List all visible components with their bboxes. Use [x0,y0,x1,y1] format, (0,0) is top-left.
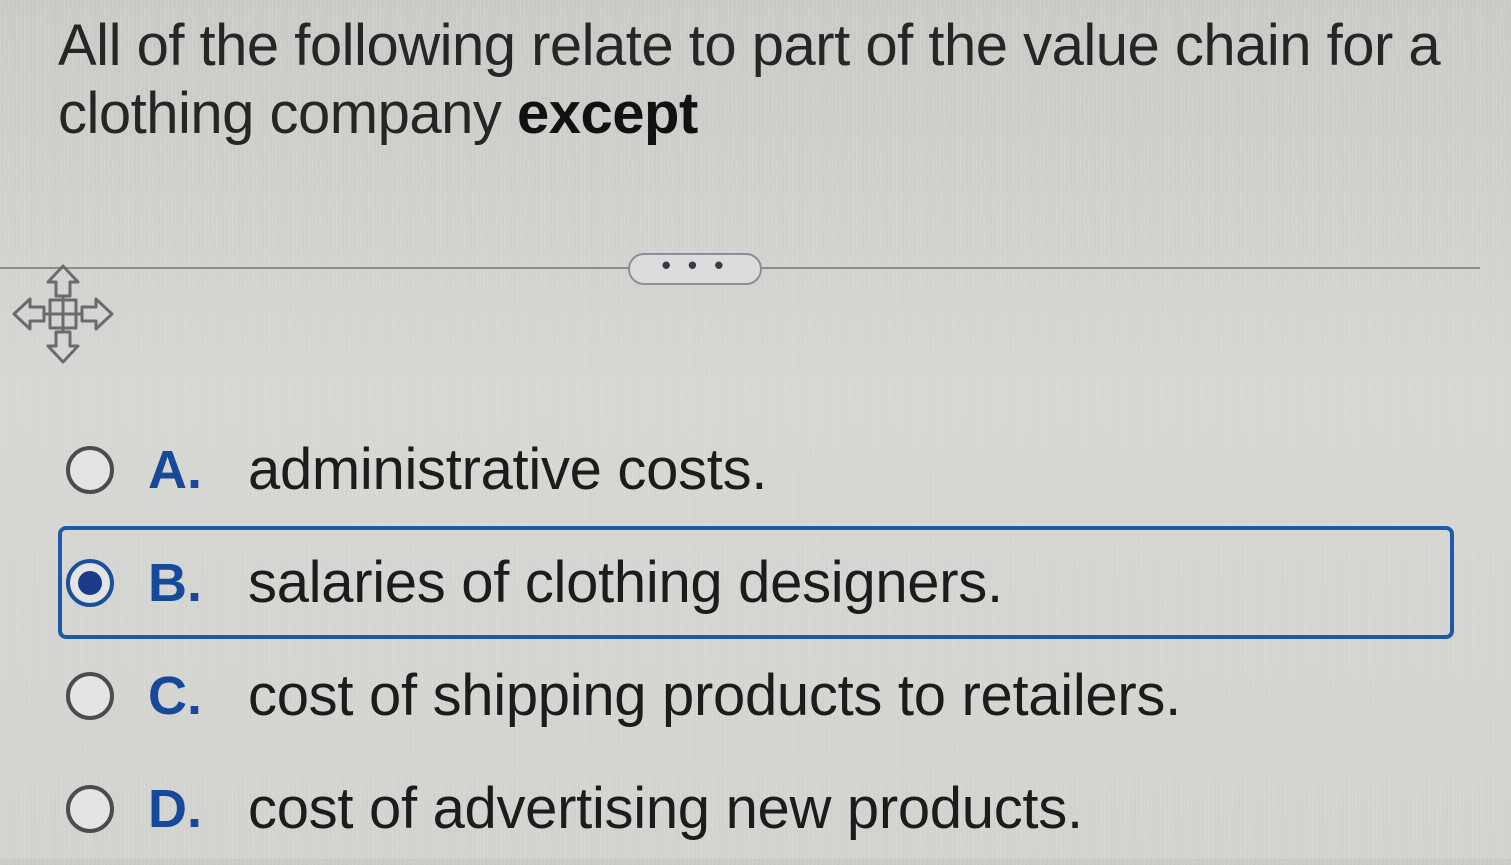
option-d-letter: D. [148,778,202,839]
question-body: All of the following relate to part of t… [58,13,1441,146]
option-b-letter: B. [148,552,202,613]
more-options-label: • • • [661,250,729,280]
more-options-button[interactable]: • • • [628,250,762,285]
answer-options: A. administrative costs. B. salaries of … [58,413,1458,865]
option-c-letter: C. [148,665,202,726]
radio-d[interactable] [66,784,114,833]
option-c[interactable]: C. cost of shipping products to retailer… [58,639,1458,752]
option-a-text: administrative costs. [248,437,768,502]
question-text: All of the following relate to part of t… [58,12,1478,148]
option-d-text: cost of advertising new products. [248,776,1083,841]
option-c-text: cost of shipping products to retailers. [248,663,1181,728]
option-a[interactable]: A. administrative costs. [58,413,1458,526]
option-b-text: salaries of clothing designers. [248,550,1003,615]
radio-a[interactable] [66,445,114,494]
move-arrows-icon[interactable] [10,262,116,366]
question-emphasis: except [516,81,698,146]
option-d[interactable]: D. cost of advertising new products. [58,752,1458,865]
radio-b-selected-dot [78,570,102,595]
option-b[interactable]: B. salaries of clothing designers. [58,526,1454,639]
option-a-letter: A. [148,439,202,500]
radio-b[interactable] [66,558,114,607]
radio-c[interactable] [66,671,114,720]
